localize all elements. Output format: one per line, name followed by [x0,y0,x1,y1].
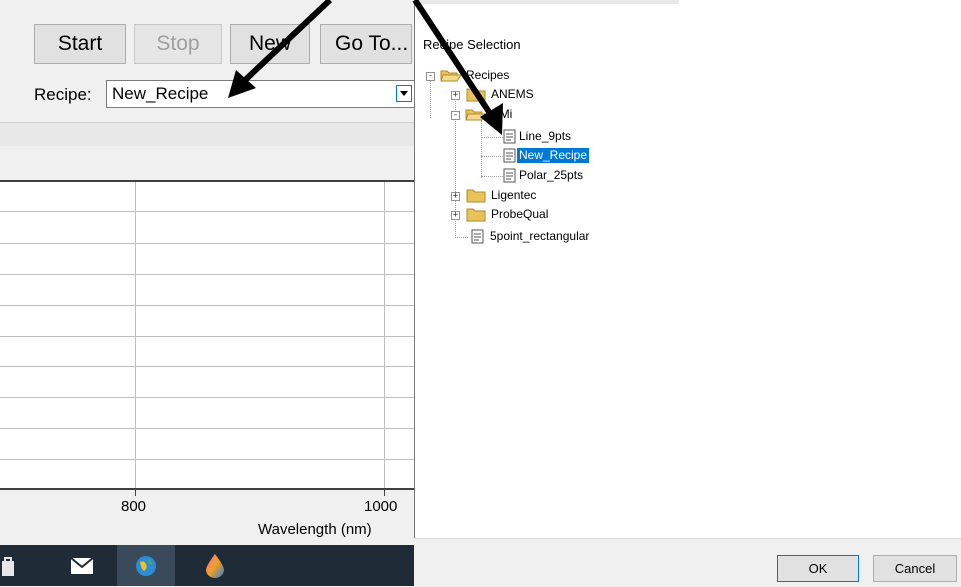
dropdown-button[interactable] [396,85,412,102]
gridline [0,366,414,367]
tree-line [481,137,503,138]
tree-node-5point-rectangular[interactable]: 5point_rectangular [468,229,591,244]
gridline [0,305,414,306]
document-icon [503,129,516,144]
recipe-value: New_Recipe [112,84,209,103]
tree-label: Polar_25pts [519,168,584,182]
gridline [0,243,414,244]
tree-line [455,237,468,238]
cancel-button[interactable]: Cancel [873,555,957,582]
stop-button[interactable]: Stop [134,24,222,64]
folder-open-icon [465,109,487,121]
folder-icon [466,208,486,222]
tree-node-cmi[interactable]: CMi [465,107,514,122]
tree-node-line-9pts[interactable]: Line_9pts [503,129,573,144]
tree-label: Line_9pts [519,129,572,143]
gridline [384,182,385,490]
tree-node-new-recipe[interactable]: New_Recipe [503,148,590,163]
gridline [0,336,414,337]
chevron-down-icon [400,91,408,96]
folder-icon [466,189,486,203]
tree-label: Ligentec [491,188,537,202]
gridline [135,182,136,490]
shopping-bag-icon[interactable] [0,545,16,586]
tree-node-recipes[interactable]: Recipes [440,68,511,83]
plot-area[interactable] [0,182,414,490]
plot-header [0,146,414,182]
folder-open-icon [440,70,462,82]
recipe-tree[interactable] [419,60,961,538]
document-icon [503,168,516,183]
x-tick-label: 1000 [364,498,398,515]
gridline [0,428,414,429]
toolbar-band [0,122,414,148]
new-button[interactable]: New [230,24,310,64]
gridline [0,397,414,398]
tree-node-probequal[interactable]: ProbeQual [465,207,550,222]
gridline [0,274,414,275]
tree-node-anems[interactable]: ANEMS [465,87,536,102]
tree-line [481,156,503,157]
x-axis-line [0,488,414,490]
x-tick [135,490,136,496]
recipe-select[interactable]: New_Recipe [106,80,416,108]
ok-button[interactable]: OK [777,555,859,582]
folder-icon [466,88,486,102]
tree-node-polar-25pts[interactable]: Polar_25pts [503,168,585,183]
tree-label: 5point_rectangular [490,229,590,243]
gridline [0,211,414,212]
globe-app-icon[interactable] [117,545,175,586]
x-tick [384,490,385,496]
x-tick-label: 800 [121,498,147,515]
expand-toggle[interactable]: + [451,192,460,201]
collapse-toggle[interactable]: - [451,111,460,120]
document-icon [503,148,516,163]
tree-label: ANEMS [491,87,534,101]
dialog-title: Recipe Selection [423,37,521,52]
tree-label: ProbeQual [491,207,549,221]
tree-line [481,176,503,177]
tree-node-ligentec[interactable]: Ligentec [465,188,538,203]
recipe-label: Recipe: [34,85,92,104]
tree-line [430,80,431,118]
tree-line [481,120,482,178]
expand-toggle[interactable]: + [451,211,460,220]
document-icon [471,229,484,244]
expand-toggle[interactable]: + [451,91,460,100]
tree-label: CMi [491,107,513,121]
collapse-toggle[interactable]: - [426,72,435,81]
mail-icon[interactable] [62,545,102,586]
water-drop-icon[interactable] [200,545,230,586]
tree-label: Recipes [466,68,510,82]
goto-button[interactable]: Go To... [320,24,412,64]
gridline [0,459,414,460]
start-button[interactable]: Start [34,24,126,64]
window-edge [414,0,679,4]
x-axis-label: Wavelength (nm) [258,521,372,538]
tree-label-selected: New_Recipe [517,148,590,163]
